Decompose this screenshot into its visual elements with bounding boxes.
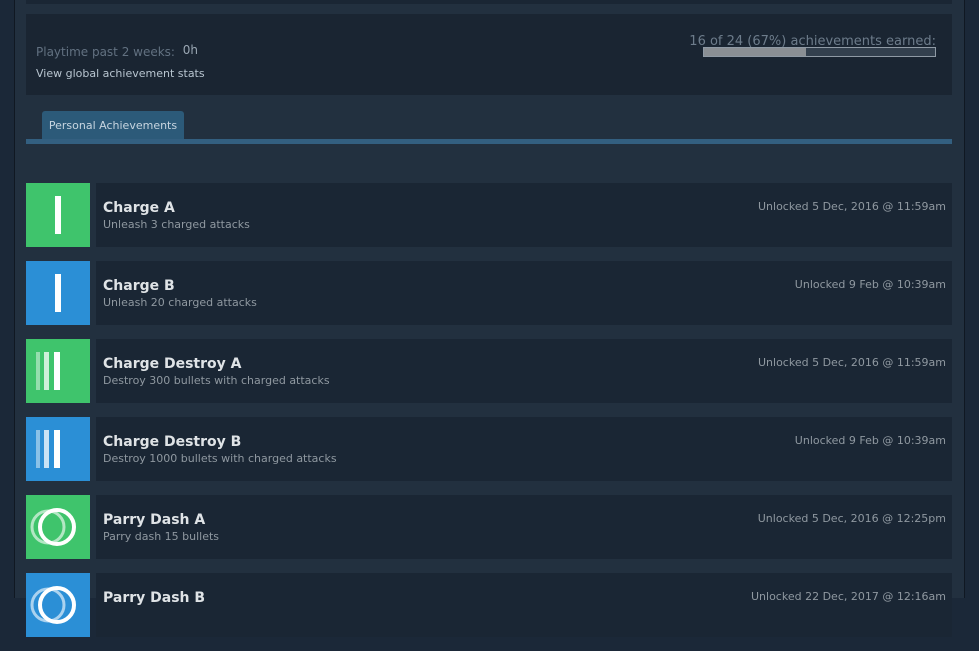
triple-bar-icon [26, 417, 90, 481]
achievement-name: Charge Destroy A [103, 356, 242, 372]
achievement-info: Charge A Unleash 3 charged attacks Unloc… [96, 183, 952, 247]
earned-progress-fill [704, 48, 807, 56]
achievement-row: Parry Dash A Parry dash 15 bullets Unloc… [26, 495, 952, 559]
tab-underline [26, 139, 952, 144]
achievement-row: Parry Dash B Unlocked 22 Dec, 2017 @ 12:… [26, 573, 952, 637]
unlock-date: Unlocked 5 Dec, 2016 @ 11:59am [758, 356, 946, 369]
achievement-description: Destroy 300 bullets with charged attacks [103, 374, 330, 387]
achievement-row: Charge Destroy B Destroy 1000 bullets wi… [26, 417, 952, 481]
achievement-description: Unleash 3 charged attacks [103, 218, 250, 231]
achievement-name: Charge A [103, 200, 175, 216]
single-bar-icon [26, 183, 90, 247]
playtime-label: Playtime past 2 weeks: [36, 45, 175, 59]
achievement-description: Destroy 1000 bullets with charged attack… [103, 452, 337, 465]
double-ring-icon [26, 495, 90, 559]
achievement-info: Parry Dash B Unlocked 22 Dec, 2017 @ 12:… [96, 573, 952, 637]
unlock-date: Unlocked 5 Dec, 2016 @ 11:59am [758, 200, 946, 213]
unlock-date: Unlocked 9 Feb @ 10:39am [794, 434, 946, 447]
unlock-date: Unlocked 5 Dec, 2016 @ 12:25pm [757, 512, 946, 525]
playtime: Playtime past 2 weeks: 0h [36, 43, 199, 59]
achievement-row: Charge A Unleash 3 charged attacks Unloc… [26, 183, 952, 247]
achievement-description: Unleash 20 charged attacks [103, 296, 257, 309]
single-bar-icon [26, 261, 90, 325]
achievement-name: Charge B [103, 278, 175, 294]
playtime-value: 0h [182, 43, 199, 57]
double-ring-icon [26, 573, 90, 637]
achievement-list: Charge A Unleash 3 charged attacks Unloc… [26, 183, 952, 651]
unlock-date: Unlocked 22 Dec, 2017 @ 12:16am [751, 590, 946, 603]
achievement-info: Charge Destroy A Destroy 300 bullets wit… [96, 339, 952, 403]
earned-progress-bar [703, 47, 936, 57]
triple-bar-icon [26, 339, 90, 403]
achievement-info: Parry Dash A Parry dash 15 bullets Unloc… [96, 495, 952, 559]
achievement-description: Parry dash 15 bullets [103, 530, 220, 543]
top-divider [26, 0, 952, 4]
global-stats-link[interactable]: View global achievement stats [36, 67, 205, 80]
achievement-name: Parry Dash B [103, 590, 206, 606]
tab-personal-achievements[interactable]: Personal Achievements [42, 111, 184, 139]
achievement-name: Charge Destroy B [103, 434, 242, 450]
achievement-info: Charge B Unleash 20 charged attacks Unlo… [96, 261, 952, 325]
achievement-info: Charge Destroy B Destroy 1000 bullets wi… [96, 417, 952, 481]
unlock-date: Unlocked 9 Feb @ 10:39am [794, 278, 946, 291]
achievement-name: Parry Dash A [103, 512, 206, 528]
achievement-row: Charge B Unleash 20 charged attacks Unlo… [26, 261, 952, 325]
achievement-row: Charge Destroy A Destroy 300 bullets wit… [26, 339, 952, 403]
achievement-stats-box: Playtime past 2 weeks: 0h View global ac… [26, 14, 952, 95]
